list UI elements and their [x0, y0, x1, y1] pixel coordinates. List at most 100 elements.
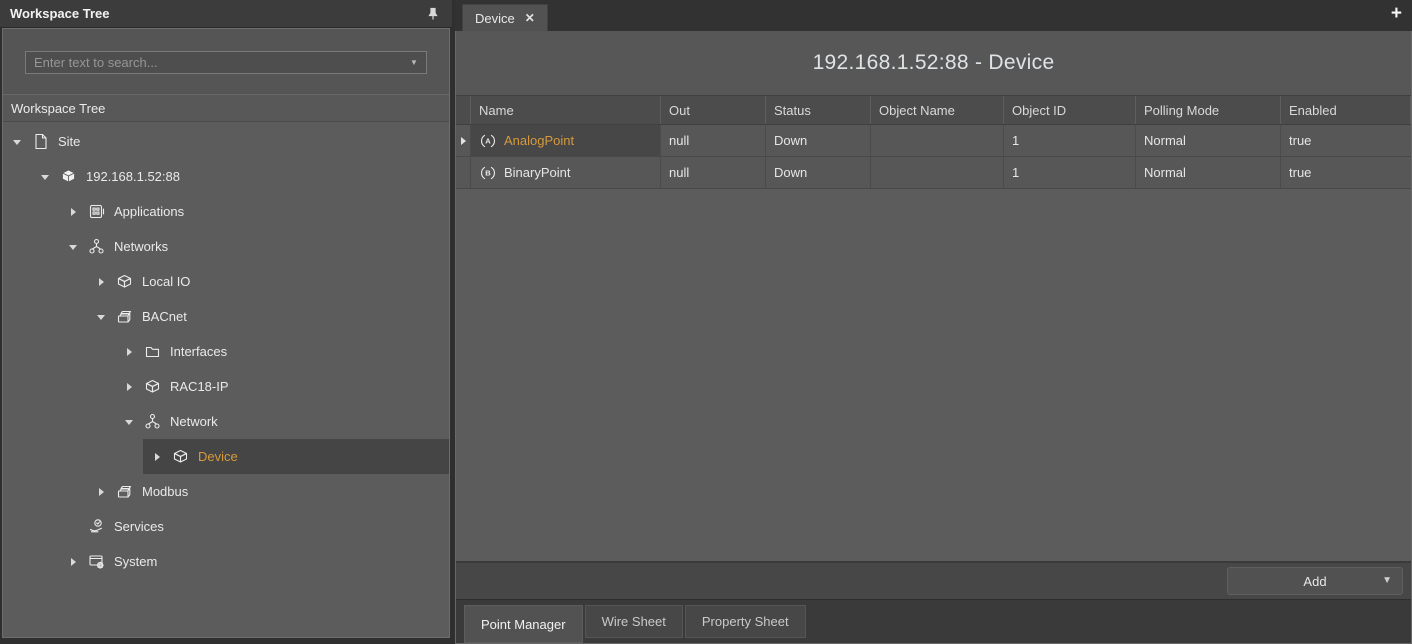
workspace-tree-body: ▼ Workspace Tree Site [2, 28, 450, 638]
add-button-label: Add [1303, 574, 1326, 589]
document-tab-strip: Device ✕ + [455, 0, 1412, 31]
expander-icon[interactable] [123, 345, 137, 359]
column-header-enabled[interactable]: Enabled [1281, 96, 1411, 124]
tab-device[interactable]: Device ✕ [462, 4, 548, 31]
row-selector-cell[interactable] [456, 125, 471, 156]
tab-property-sheet[interactable]: Property Sheet [685, 605, 806, 638]
tree-item-modbus[interactable]: Modbus [3, 474, 449, 509]
expander-icon[interactable] [95, 310, 109, 324]
tab-point-manager[interactable]: Point Manager [464, 605, 583, 643]
analog-point-icon: A [479, 132, 497, 150]
add-dropdown-icon[interactable]: ▼ [1382, 575, 1392, 586]
workspace-tree-title: Workspace Tree [10, 6, 424, 21]
cell-name[interactable]: B BinaryPoint [471, 157, 661, 188]
column-header-out[interactable]: Out [661, 96, 766, 124]
row-selector-arrow-icon [461, 137, 466, 145]
folder-stack-icon [114, 308, 135, 325]
device-cube-icon [114, 273, 135, 290]
folder-icon [142, 343, 163, 360]
device-view-panel: Device ✕ + 192.168.1.52:88 - Device Name… [455, 0, 1412, 644]
tree-item-bacnet[interactable]: BACnet [3, 299, 449, 334]
cell-enabled[interactable]: true [1281, 125, 1411, 156]
column-header-name[interactable]: Name [471, 96, 661, 124]
expander-icon[interactable] [67, 555, 81, 569]
workspace-tree: Site 192.168.1.52:88 Applications [3, 122, 449, 637]
selector-column-header [456, 96, 471, 124]
cell-object-name[interactable] [871, 157, 1004, 188]
add-tab-icon[interactable]: + [1391, 4, 1402, 23]
device-cube-icon [170, 448, 191, 465]
svg-text:A: A [485, 136, 491, 145]
tree-item-local-io[interactable]: Local IO [3, 264, 449, 299]
tree-item-system[interactable]: System [3, 544, 449, 579]
device-cube-icon [142, 378, 163, 395]
view-title-bar: 192.168.1.52:88 - Device [456, 31, 1411, 95]
expander-icon[interactable] [67, 205, 81, 219]
tree-item-services[interactable]: Services [3, 509, 449, 544]
table-empty-area [456, 189, 1411, 561]
table-header-row: Name Out Status Object Name Object ID Po… [456, 95, 1411, 125]
cell-object-id[interactable]: 1 [1004, 157, 1136, 188]
expander-icon[interactable] [39, 170, 53, 184]
expander-icon[interactable] [95, 485, 109, 499]
cell-status[interactable]: Down [766, 157, 871, 188]
search-dropdown-icon[interactable]: ▼ [402, 58, 426, 67]
tree-item-networks[interactable]: Networks [3, 229, 449, 264]
expander-icon[interactable] [123, 380, 137, 394]
cell-status[interactable]: Down [766, 125, 871, 156]
search-combobox[interactable]: ▼ [25, 51, 427, 74]
binary-point-icon: B [479, 164, 497, 182]
tab-wire-sheet[interactable]: Wire Sheet [585, 605, 683, 638]
expander-icon[interactable] [11, 135, 25, 149]
column-header-object-id[interactable]: Object ID [1004, 96, 1136, 124]
column-header-status[interactable]: Status [766, 96, 871, 124]
close-icon[interactable]: ✕ [525, 11, 535, 25]
expander-spacer [67, 520, 81, 534]
table-row-analog-point[interactable]: A AnalogPoint null Down 1 Normal true [456, 125, 1411, 157]
points-table: Name Out Status Object Name Object ID Po… [456, 95, 1411, 189]
expander-icon[interactable] [123, 415, 137, 429]
column-header-polling-mode[interactable]: Polling Mode [1136, 96, 1281, 124]
tree-item-applications[interactable]: Applications [3, 194, 449, 229]
expander-icon[interactable] [151, 450, 165, 464]
cell-out[interactable]: null [661, 125, 766, 156]
search-input[interactable] [26, 55, 402, 70]
row-selector-cell[interactable] [456, 157, 471, 188]
network-tree-icon [142, 413, 163, 430]
cell-polling-mode[interactable]: Normal [1136, 125, 1281, 156]
tree-item-site[interactable]: Site [3, 124, 449, 159]
cell-out[interactable]: null [661, 157, 766, 188]
folder-stack-icon [114, 483, 135, 500]
tree-item-interfaces[interactable]: Interfaces [3, 334, 449, 369]
workspace-tree-panel: Workspace Tree ▼ Workspace Tree [0, 0, 452, 644]
expander-icon[interactable] [67, 240, 81, 254]
pushpin-icon[interactable] [424, 5, 442, 23]
services-hand-icon [86, 518, 107, 535]
expander-icon[interactable] [95, 275, 109, 289]
tree-item-network[interactable]: Network [3, 404, 449, 439]
cell-polling-mode[interactable]: Normal [1136, 157, 1281, 188]
cell-enabled[interactable]: true [1281, 157, 1411, 188]
column-header-object-name[interactable]: Object Name [871, 96, 1004, 124]
workspace-tree-header: Workspace Tree [0, 0, 452, 28]
network-tree-icon [86, 238, 107, 255]
action-bar: Add ▼ [456, 561, 1411, 599]
tree-item-ip-controller[interactable]: 192.168.1.52:88 [3, 159, 449, 194]
search-area: ▼ [3, 29, 449, 94]
svg-text:B: B [485, 168, 491, 177]
controller-cube-icon [58, 168, 79, 185]
cell-object-name[interactable] [871, 125, 1004, 156]
applications-grid-icon [86, 203, 107, 220]
cell-name[interactable]: A AnalogPoint [471, 125, 661, 156]
tree-item-rac18-ip[interactable]: RAC18-IP [3, 369, 449, 404]
system-gear-icon [86, 553, 107, 570]
page-title: 192.168.1.52:88 - Device [813, 51, 1055, 75]
table-row-binary-point[interactable]: B BinaryPoint null Down 1 Normal true [456, 157, 1411, 189]
tree-section-label: Workspace Tree [3, 94, 449, 122]
view-tab-strip: Point Manager Wire Sheet Property Sheet [456, 599, 1411, 643]
document-icon [30, 133, 51, 150]
add-button[interactable]: Add ▼ [1227, 567, 1403, 595]
cell-object-id[interactable]: 1 [1004, 125, 1136, 156]
tree-item-device[interactable]: Device [3, 439, 449, 474]
tab-device-label: Device [475, 11, 515, 26]
